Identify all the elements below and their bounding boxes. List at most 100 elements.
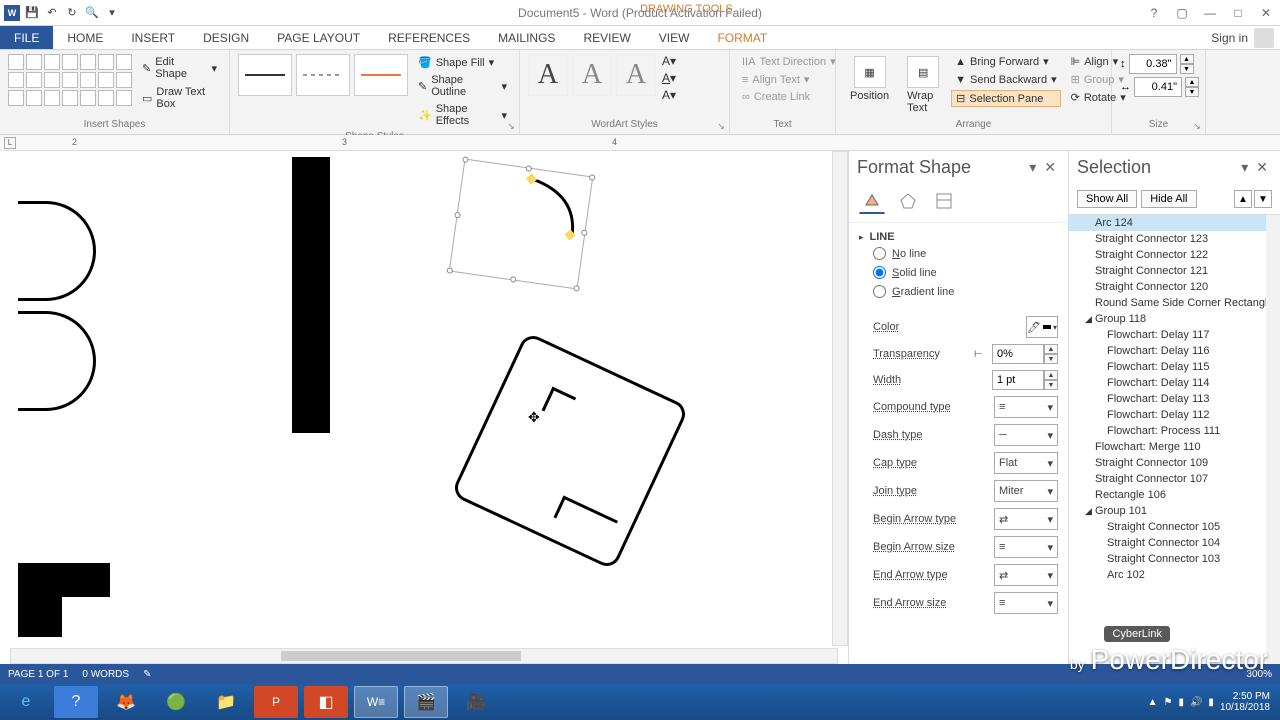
shape-outline-button[interactable]: ✎Shape Outline▾	[414, 72, 511, 100]
move-up-button[interactable]: ▲	[1234, 190, 1252, 208]
tray-volume-icon[interactable]: 🔊	[1190, 697, 1202, 708]
no-line-radio[interactable]: No line	[873, 247, 1058, 260]
move-down-button[interactable]: ▼	[1254, 190, 1272, 208]
create-link-button[interactable]: ∞Create Link	[738, 90, 840, 104]
tray-battery-icon[interactable]: ▮	[1178, 697, 1184, 708]
tab-mailings[interactable]: MAILINGS	[484, 26, 569, 49]
draw-text-box-button[interactable]: ▭Draw Text Box	[138, 84, 221, 112]
pane-dropdown-icon[interactable]: ▾	[1025, 159, 1040, 176]
selection-item[interactable]: Flowchart: Delay 116	[1069, 343, 1280, 359]
selection-item[interactable]: Straight Connector 105	[1069, 519, 1280, 535]
align-text-button[interactable]: ≡Align Text▾	[738, 72, 840, 87]
maximize-icon[interactable]: □	[1228, 3, 1248, 23]
powerpoint-app-icon[interactable]: P	[254, 686, 298, 718]
selection-item[interactable]: Straight Connector 104	[1069, 535, 1280, 551]
tab-page-layout[interactable]: PAGE LAYOUT	[263, 26, 374, 49]
qat-dropdown-icon[interactable]: ▾	[104, 5, 120, 21]
close-icon[interactable]: ✕	[1256, 3, 1276, 23]
tray-up-icon[interactable]: ▲	[1148, 697, 1158, 708]
selection-item[interactable]: Arc 102	[1069, 567, 1280, 583]
help-icon[interactable]: ?	[1144, 3, 1164, 23]
app2-icon[interactable]: ◧	[304, 686, 348, 718]
save-icon[interactable]: 💾	[24, 5, 40, 21]
compound-type-dropdown[interactable]: ≡▾	[994, 396, 1058, 418]
gradient-line-radio[interactable]: Gradient line	[873, 285, 1058, 298]
tab-format[interactable]: FORMAT	[703, 26, 781, 49]
fill-line-tab-icon[interactable]	[859, 188, 885, 214]
position-button[interactable]: ▦Position	[844, 54, 895, 104]
selection-item[interactable]: Rectangle 106	[1069, 487, 1280, 503]
spellcheck-icon[interactable]: ✎	[143, 669, 151, 680]
text-outline-icon[interactable]: A▾	[662, 71, 676, 85]
ruler-corner[interactable]: L	[4, 137, 16, 149]
cap-type-dropdown[interactable]: Flat▾	[994, 452, 1058, 474]
effects-tab-icon[interactable]	[895, 188, 921, 214]
wordart-gallery[interactable]: AAA	[528, 54, 656, 96]
touch-mode-icon[interactable]: 🔍	[84, 5, 100, 21]
tab-design[interactable]: DESIGN	[189, 26, 263, 49]
line-section-toggle[interactable]: ▸LINE	[859, 227, 1058, 247]
height-up-button[interactable]: ▲	[1180, 54, 1194, 64]
begin-arrow-type-dropdown[interactable]: ⇄▾	[994, 508, 1058, 530]
shape-effects-button[interactable]: ✨Shape Effects▾	[414, 101, 511, 129]
selection-pane-button[interactable]: ⊟Selection Pane	[951, 90, 1060, 107]
selection-list[interactable]: Arc 124Straight Connector 123 Straight Co…	[1069, 214, 1280, 664]
selection-item[interactable]: Flowchart: Delay 114	[1069, 375, 1280, 391]
tab-file[interactable]: FILE	[0, 26, 53, 49]
bring-forward-button[interactable]: ▲Bring Forward ▾	[951, 54, 1060, 69]
selection-item[interactable]: Flowchart: Delay 115	[1069, 359, 1280, 375]
selection-pane-dropdown-icon[interactable]: ▾	[1237, 159, 1252, 176]
tab-home[interactable]: HOME	[53, 26, 117, 49]
recorder-app-icon[interactable]: 🎥	[454, 686, 498, 718]
selection-item[interactable]: Flowchart: Delay 113	[1069, 391, 1280, 407]
word-count[interactable]: 0 WORDS	[82, 669, 129, 680]
explorer-app-icon[interactable]: 📁	[204, 686, 248, 718]
firefox-app-icon[interactable]: 🦊	[104, 686, 148, 718]
tab-review[interactable]: REVIEW	[569, 26, 644, 49]
undo-icon[interactable]: ↶	[44, 5, 60, 21]
width-up-button[interactable]: ▲	[1185, 77, 1199, 87]
line-width-input[interactable]	[992, 370, 1044, 390]
edit-shape-button[interactable]: ✎Edit Shape▾	[138, 54, 221, 82]
end-arrow-size-dropdown[interactable]: ≡▾	[994, 592, 1058, 614]
size-dialog-launcher[interactable]: ↘	[1191, 120, 1203, 132]
selection-item[interactable]: Straight Connector 123	[1069, 231, 1280, 247]
text-effects-icon[interactable]: A▾	[662, 88, 676, 102]
shapes-gallery[interactable]	[8, 54, 132, 106]
powerdirector-app-icon[interactable]: 🎬	[404, 686, 448, 718]
selection-list-scrollbar[interactable]	[1266, 215, 1280, 664]
selection-item[interactable]: Arc 124	[1069, 215, 1280, 231]
end-arrow-type-dropdown[interactable]: ⇄▾	[994, 564, 1058, 586]
selection-item[interactable]: Straight Connector 121	[1069, 263, 1280, 279]
hide-all-button[interactable]: Hide All	[1141, 190, 1196, 208]
shape-styles-dialog-launcher[interactable]: ↘	[505, 120, 517, 132]
ribbon-display-icon[interactable]: ▢	[1172, 3, 1192, 23]
zoom-level[interactable]: 300%	[1246, 669, 1272, 680]
pane-close-icon[interactable]: ✕	[1040, 159, 1060, 176]
taskbar-date[interactable]: 10/18/2018	[1220, 702, 1270, 713]
document-canvas[interactable]: ✥	[0, 151, 848, 664]
selection-item[interactable]: Straight Connector 120	[1069, 279, 1280, 295]
sign-in-link[interactable]: Sign in	[1211, 31, 1248, 45]
tray-flag-icon[interactable]: ⚑	[1163, 697, 1172, 708]
width-down-button[interactable]: ▼	[1185, 87, 1199, 97]
selection-item[interactable]: Straight Connector 103	[1069, 551, 1280, 567]
selected-shape-arc[interactable]	[449, 159, 594, 290]
selection-item[interactable]: ◢Group 101	[1069, 503, 1280, 519]
send-backward-button[interactable]: ▼Send Backward ▾	[951, 72, 1060, 87]
transparency-input[interactable]	[992, 344, 1044, 364]
wrap-text-button[interactable]: ▤Wrap Text	[901, 54, 945, 116]
tab-references[interactable]: REFERENCES	[374, 26, 484, 49]
shape-fill-button[interactable]: 🪣Shape Fill▾	[414, 54, 511, 71]
tab-insert[interactable]: INSERT	[117, 26, 189, 49]
word-app-taskbar-icon[interactable]: W≡	[354, 686, 398, 718]
selection-item[interactable]: ◢Group 118	[1069, 311, 1280, 327]
help-app-icon[interactable]: ?	[54, 686, 98, 718]
selection-item[interactable]: Straight Connector 109	[1069, 455, 1280, 471]
tab-view[interactable]: VIEW	[645, 26, 704, 49]
text-direction-button[interactable]: IIAText Direction▾	[738, 54, 840, 69]
selection-item[interactable]: Flowchart: Merge 110	[1069, 439, 1280, 455]
layout-tab-icon[interactable]	[931, 188, 957, 214]
selection-pane-close-icon[interactable]: ✕	[1252, 159, 1272, 176]
user-avatar-icon[interactable]	[1254, 28, 1274, 48]
